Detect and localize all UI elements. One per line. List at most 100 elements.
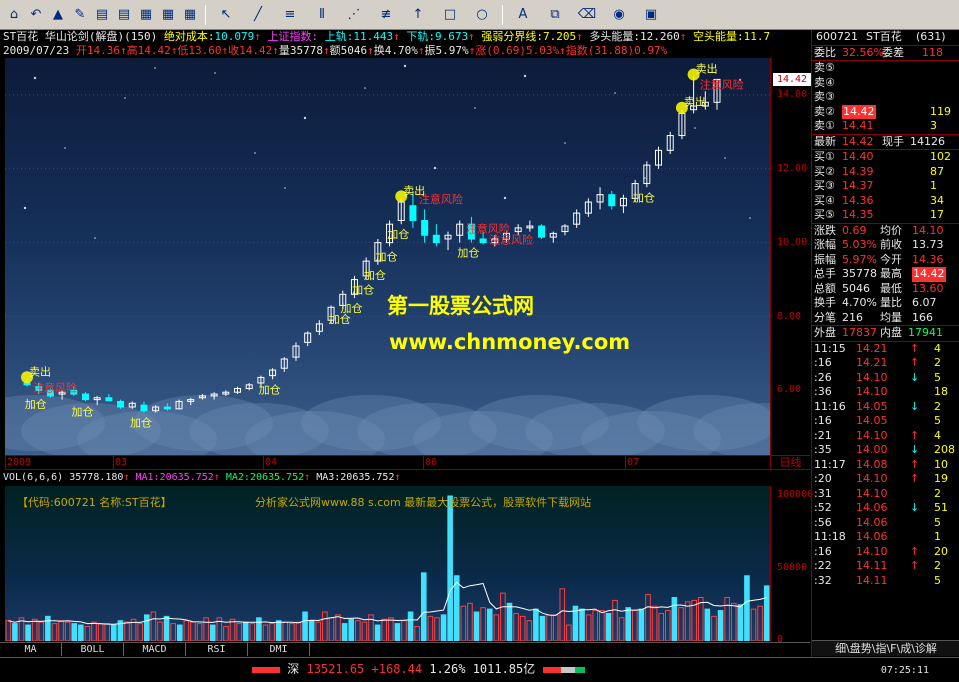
indicator-tab-macd[interactable]: MACD xyxy=(124,643,186,656)
vol-ma1: 20635.752 xyxy=(159,472,214,483)
arrow-up-icon[interactable]: ↑ xyxy=(403,5,433,25)
price-axis-label: 12.00 xyxy=(777,162,808,174)
ask-level-label: 卖② xyxy=(814,104,835,118)
pencil-icon[interactable]: ✎ xyxy=(70,5,90,25)
cursor-icon[interactable]: ↖ xyxy=(211,5,241,25)
circle-icon[interactable]: ○ xyxy=(467,5,497,25)
text-icon[interactable]: A xyxy=(508,5,538,25)
volume-bar xyxy=(236,623,242,641)
buy-signal-label: 加仓 xyxy=(633,190,655,204)
volume-bar xyxy=(697,597,704,641)
grid-icon[interactable]: ▦ xyxy=(158,5,178,25)
quote-stat-row: 分笔 216 均量 166 xyxy=(812,311,959,326)
tick-time: :35 xyxy=(814,443,832,456)
tick-time: 11:15 xyxy=(814,341,846,355)
period-label[interactable]: 日线 xyxy=(770,455,810,470)
indicator-tab-boll[interactable]: BOLL xyxy=(62,643,124,656)
upper-rail-value: 11.443 xyxy=(353,30,394,43)
bid-price: 14.39 xyxy=(842,164,874,178)
tick-row: 11:15 14.21 ↑ 4 xyxy=(812,342,959,357)
volume-bar xyxy=(625,607,632,641)
quote-stat-row: 涨幅 5.03% 前收 13.73 xyxy=(812,238,959,253)
eraser-icon[interactable]: ⌫ xyxy=(572,5,602,25)
tick-direction-icon: ↑ xyxy=(910,356,920,369)
line-icon[interactable]: ╱ xyxy=(243,5,273,25)
price-axis: 14.42 14.00 12.00 10.00 8.00 6.00 xyxy=(770,58,811,455)
drawing-toolbar: ⌂ ↶ ▲ ✎ ▤ ▤ ▦ ▦ ▦ ↖ ╱ ≡ ⫴ ⋰ ≢ ↑ □ ○ A ⧉ ⌫ ◉ ▣ xyxy=(0,0,959,30)
stat-label: 前收 xyxy=(880,238,902,251)
lower-rail-label: 下轨: xyxy=(406,30,435,43)
indicator-tab-rsi[interactable]: RSI xyxy=(186,643,248,656)
ask-price: 14.42 xyxy=(842,104,876,119)
stat-value: 5.03% xyxy=(842,238,877,251)
vertical-lines-icon[interactable]: ⫴ xyxy=(307,5,337,25)
bid-price: 14.35 xyxy=(842,208,874,221)
tick-list[interactable]: 11:15 14.21 ↑ 4:16 14.21 ↑ 2:26 14.10 ↓ 5:36 14.10… xyxy=(812,342,959,589)
tick-volume: 20 xyxy=(934,544,948,558)
candlestick-plot[interactable]: 加仓加仓加仓加仓加仓加仓加仓加仓加仓加仓加仓加仓卖出卖出卖出卖出注意风险注意风险… xyxy=(5,58,770,455)
price-chart[interactable]: 加仓 加仓 加仓 加仓 加仓 加仓 加仓 加仓 加仓 加仓 加仓 加仓 卖出 卖出 卖出 卖出 注意风险 注意风险… xyxy=(5,58,770,455)
rectangle-icon[interactable]: □ xyxy=(435,5,465,25)
star xyxy=(564,142,566,144)
ask-level-row: 卖② 14.42 119 xyxy=(812,104,959,119)
volume-bar xyxy=(585,614,592,641)
palette-icon[interactable]: ◉ xyxy=(604,5,634,25)
volume-bar xyxy=(289,623,295,641)
ohlc-high: 14.42 xyxy=(137,44,171,57)
tick-price: 14.06 xyxy=(856,515,888,529)
market-amount: 1011.85亿 xyxy=(472,662,536,676)
tick-direction-icon: ↓ xyxy=(910,501,920,514)
vol-ma2: 20635.752 xyxy=(249,472,305,483)
price-axis-label: 10.00 xyxy=(777,236,808,248)
text-align-icon[interactable]: ≡ xyxy=(275,5,305,25)
home-icon[interactable]: ⌂ xyxy=(4,5,24,25)
star xyxy=(154,67,156,69)
volume-bar xyxy=(124,621,130,641)
volume-bar xyxy=(12,623,18,641)
copy-icon[interactable]: ⧉ xyxy=(540,5,570,25)
volume-bar xyxy=(64,621,71,641)
volume-bar xyxy=(256,617,262,641)
volume-bar xyxy=(150,611,157,641)
tick-price: 14.21 xyxy=(856,341,888,355)
latest-row: 最新 14.42 现手 14126 xyxy=(814,134,945,148)
volume-bar xyxy=(328,617,335,641)
tick-direction-icon: ↑ xyxy=(910,341,920,355)
stat-value: 5.97% xyxy=(842,252,877,266)
grid-icon[interactable]: ▦ xyxy=(136,5,156,25)
bid-level-label: 买① xyxy=(814,150,835,163)
tick-row: :32 14.11 5 xyxy=(812,574,959,589)
indicator-tab-ma[interactable]: MA xyxy=(0,643,62,656)
tick-volume: 4 xyxy=(934,428,941,442)
window-icon[interactable]: ▤ xyxy=(92,5,112,25)
candle-body xyxy=(105,397,113,402)
panel-tab-strip[interactable]: 细\盘势\指\F\成\诊解 xyxy=(812,640,959,656)
volume-chart[interactable]: 【代码:600721 名称:ST百花】 分析家公式网www.88 s.com 最… xyxy=(5,486,770,641)
volume-bar xyxy=(335,614,341,641)
star xyxy=(503,196,507,200)
buy-signal-label: 加仓 xyxy=(376,249,398,263)
status-bar: 深 13521.65 +168.44 1.26% 1011.85亿 07:25:… xyxy=(0,657,959,682)
ohlc-volume: 35778 xyxy=(289,44,323,57)
parallel-lines-icon[interactable]: ≢ xyxy=(371,5,401,25)
save-icon[interactable]: ▣ xyxy=(636,5,666,25)
back-icon[interactable]: ↶ xyxy=(26,5,46,25)
stat-value: 14.10 xyxy=(912,223,944,237)
grid-icon[interactable]: ▦ xyxy=(180,5,200,25)
bid-levels: 买① 14.40 102 买② 14.39 87 买③ 14.37 1 买④ 14.36 34 买⑤ 14… xyxy=(812,150,959,223)
stock-name: ST百花 xyxy=(3,30,39,43)
window-icon[interactable]: ▤ xyxy=(114,5,134,25)
alarm-icon[interactable]: ▲ xyxy=(48,5,68,25)
volume-bar xyxy=(348,618,355,641)
market-index-ticker: 深 13521.65 +168.44 1.26% 1011.85亿 xyxy=(252,660,585,677)
stat-label: 总手 xyxy=(814,267,836,280)
tick-volume: 208 xyxy=(934,443,955,456)
indicator-tab-dmi[interactable]: DMI xyxy=(248,643,310,656)
volume-bar xyxy=(84,626,91,641)
candle-body xyxy=(140,404,148,412)
market-change: +168.44 xyxy=(371,662,423,676)
volume-bar xyxy=(744,575,750,641)
fan-icon[interactable]: ⋰ xyxy=(339,5,369,25)
vol-value: 35778.180 xyxy=(69,472,124,483)
volume-bar xyxy=(711,615,717,641)
